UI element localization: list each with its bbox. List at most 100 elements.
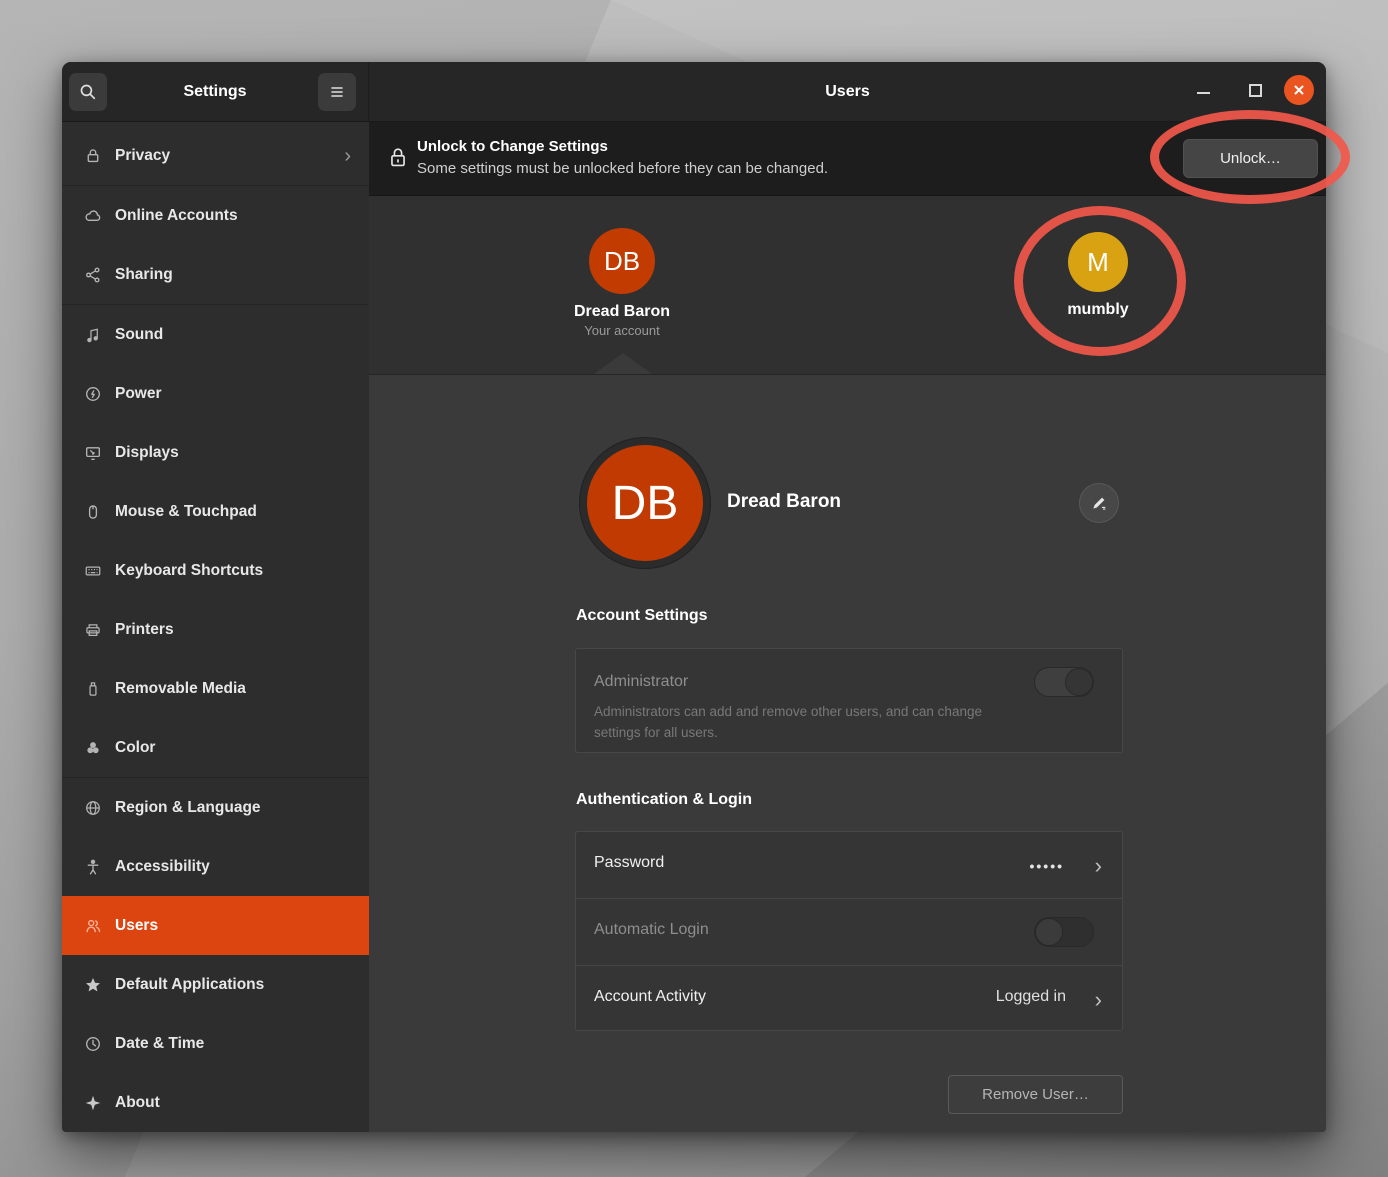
password-value: •••••	[1029, 858, 1064, 874]
header-bar: Settings Users	[62, 62, 1326, 122]
user-subtitle: Your account	[542, 323, 702, 338]
toggle-knob	[1065, 668, 1093, 696]
automatic-login-label: Automatic Login	[594, 921, 709, 939]
clock-icon	[83, 1034, 103, 1054]
sidebar-item-label: About	[115, 1094, 160, 1112]
account-activity-row[interactable]: Account Activity Logged in ›	[576, 965, 1122, 1032]
close-button[interactable]	[1284, 75, 1314, 105]
edit-name-button[interactable]	[1079, 483, 1119, 523]
minimize-button[interactable]	[1197, 92, 1210, 94]
pencil-icon	[1090, 494, 1108, 512]
chevron-right-icon: ›	[344, 146, 351, 166]
sidebar-item-sound[interactable]: Sound	[62, 305, 369, 364]
sidebar-item-label: Keyboard Shortcuts	[115, 562, 263, 580]
profile-name: Dread Baron	[727, 491, 841, 513]
sparkle-icon	[83, 1093, 103, 1113]
sidebar-item-accessibility[interactable]: Accessibility	[62, 837, 369, 896]
sidebar-item-mouse-touchpad[interactable]: Mouse & Touchpad	[62, 482, 369, 541]
avatar: DB	[589, 228, 655, 294]
sidebar: Privacy › Online Accounts Sharing	[62, 122, 369, 1132]
sidebar-item-label: Sound	[115, 326, 163, 344]
sidebar-item-default-applications[interactable]: Default Applications	[62, 955, 369, 1014]
chevron-right-icon: ›	[1095, 855, 1102, 877]
users-icon	[83, 916, 103, 936]
section-title-account-settings: Account Settings	[576, 607, 708, 625]
administrator-toggle[interactable]	[1034, 667, 1094, 697]
sidebar-item-label: Color	[115, 739, 155, 757]
annotation-circle-mumbly	[1014, 206, 1186, 356]
desktop: Settings Users	[0, 0, 1388, 1177]
sidebar-item-label: Mouse & Touchpad	[115, 503, 257, 521]
sidebar-item-label: Date & Time	[115, 1035, 204, 1053]
authentication-login-card: Password ••••• › Automatic Login Account…	[575, 831, 1123, 1031]
account-settings-card: Administrator Administrators can add and…	[575, 648, 1123, 753]
color-circles-icon	[83, 738, 103, 758]
sidebar-item-users[interactable]: Users	[62, 896, 369, 955]
page-title: Users	[369, 62, 1326, 121]
close-icon	[1292, 83, 1306, 97]
sidebar-item-label: Privacy	[115, 147, 170, 165]
sidebar-item-privacy[interactable]: Privacy ›	[62, 126, 369, 185]
account-activity-value: Logged in	[996, 988, 1066, 1006]
panel-header: Users	[369, 62, 1326, 121]
sidebar-item-label: Users	[115, 917, 158, 935]
sidebar-item-date-time[interactable]: Date & Time	[62, 1014, 369, 1073]
account-activity-label: Account Activity	[594, 988, 706, 1006]
power-icon	[83, 384, 103, 404]
cloud-icon	[83, 206, 103, 226]
remove-user-button[interactable]: Remove User…	[948, 1075, 1123, 1114]
profile-avatar-ring[interactable]: DB	[579, 437, 711, 569]
sidebar-item-online-accounts[interactable]: Online Accounts	[62, 186, 369, 245]
maximize-button[interactable]	[1249, 84, 1262, 97]
display-icon	[83, 443, 103, 463]
sidebar-item-label: Printers	[115, 621, 174, 639]
user-detail-panel: DB Dread Baron Account Settings Administ…	[369, 375, 1326, 1132]
annotation-circle-unlock	[1150, 110, 1350, 204]
chevron-right-icon: ›	[1095, 989, 1102, 1011]
keyboard-icon	[83, 561, 103, 581]
flash-drive-icon	[83, 679, 103, 699]
sidebar-item-keyboard-shortcuts[interactable]: Keyboard Shortcuts	[62, 541, 369, 600]
accessibility-icon	[83, 857, 103, 877]
banner-subtitle: Some settings must be unlocked before th…	[417, 158, 828, 180]
sidebar-item-region-language[interactable]: Region & Language	[62, 778, 369, 837]
sidebar-item-printers[interactable]: Printers	[62, 600, 369, 659]
sidebar-item-label: Removable Media	[115, 680, 246, 698]
sidebar-item-label: Accessibility	[115, 858, 210, 876]
automatic-login-toggle[interactable]	[1034, 917, 1094, 947]
padlock-icon	[387, 145, 409, 171]
hamburger-icon	[329, 85, 345, 99]
lock-icon	[83, 146, 103, 166]
password-label: Password	[594, 854, 664, 872]
user-card-dread-baron[interactable]: DB Dread Baron Your account	[542, 228, 702, 338]
user-name: Dread Baron	[542, 303, 702, 321]
menu-button[interactable]	[318, 73, 356, 111]
globe-icon	[83, 798, 103, 818]
sidebar-header: Settings	[62, 62, 369, 121]
sidebar-item-color[interactable]: Color	[62, 718, 369, 777]
toggle-knob	[1035, 918, 1063, 946]
sidebar-item-label: Default Applications	[115, 976, 264, 994]
sidebar-item-label: Power	[115, 385, 162, 403]
password-row[interactable]: Password ••••• ›	[576, 832, 1122, 898]
share-icon	[83, 265, 103, 285]
sidebar-item-about[interactable]: About	[62, 1073, 369, 1132]
sidebar-item-label: Displays	[115, 444, 179, 462]
sidebar-item-label: Region & Language	[115, 799, 261, 817]
selected-user-pointer	[594, 353, 652, 374]
sidebar-item-label: Sharing	[115, 266, 173, 284]
administrator-description: Administrators can add and remove other …	[594, 701, 1024, 743]
banner-text: Unlock to Change Settings Some settings …	[417, 136, 828, 180]
sidebar-item-removable-media[interactable]: Removable Media	[62, 659, 369, 718]
sidebar-item-power[interactable]: Power	[62, 364, 369, 423]
star-icon	[83, 975, 103, 995]
sidebar-item-label: Online Accounts	[115, 207, 238, 225]
section-title-authentication-login: Authentication & Login	[576, 791, 752, 809]
sidebar-item-displays[interactable]: Displays	[62, 423, 369, 482]
music-note-icon	[83, 325, 103, 345]
sidebar-item-sharing[interactable]: Sharing	[62, 245, 369, 304]
banner-title: Unlock to Change Settings	[417, 136, 828, 158]
mouse-icon	[83, 502, 103, 522]
printer-icon	[83, 620, 103, 640]
administrator-row: Administrator Administrators can add and…	[576, 649, 1122, 754]
